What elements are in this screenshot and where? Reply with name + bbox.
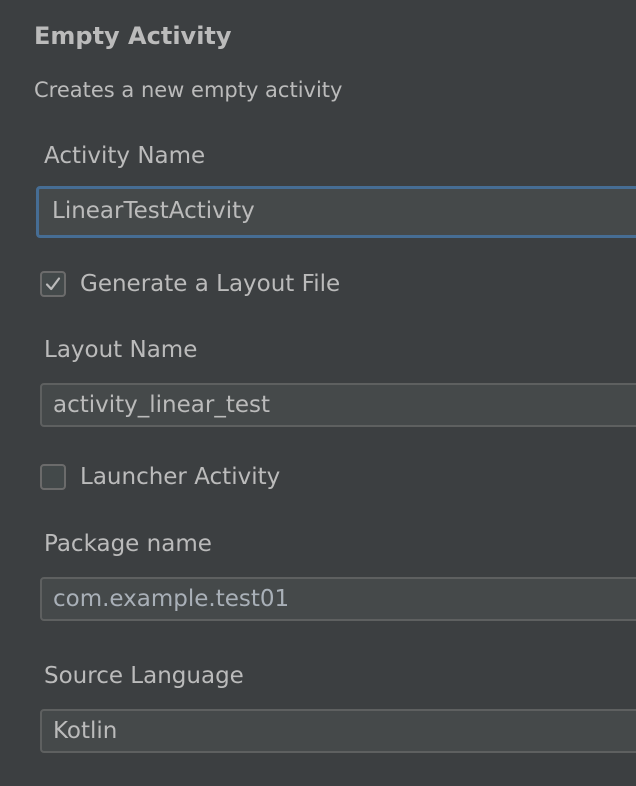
activity-name-label: Activity Name	[44, 143, 206, 169]
package-name-input[interactable]: com.example.test01	[40, 577, 636, 621]
checkmark-icon	[45, 277, 61, 291]
launcher-activity-label: Launcher Activity	[80, 464, 281, 490]
generate-layout-file-row[interactable]: Generate a Layout File	[40, 270, 340, 298]
layout-name-input[interactable]: activity_linear_test	[40, 383, 636, 427]
page-title: Empty Activity	[34, 22, 232, 50]
layout-name-label: Layout Name	[44, 337, 198, 363]
source-language-label: Source Language	[44, 663, 244, 689]
new-activity-panel: Empty Activity Creates a new empty activ…	[0, 0, 636, 786]
generate-layout-file-label: Generate a Layout File	[80, 271, 341, 297]
package-name-label: Package name	[44, 531, 212, 557]
generate-layout-file-checkbox[interactable]	[40, 271, 66, 297]
launcher-activity-row[interactable]: Launcher Activity	[40, 463, 280, 491]
activity-name-input[interactable]: LinearTestActivity	[36, 186, 636, 238]
page-description: Creates a new empty activity	[34, 78, 343, 102]
launcher-activity-checkbox[interactable]	[40, 464, 66, 490]
source-language-select[interactable]: Kotlin	[40, 709, 636, 753]
